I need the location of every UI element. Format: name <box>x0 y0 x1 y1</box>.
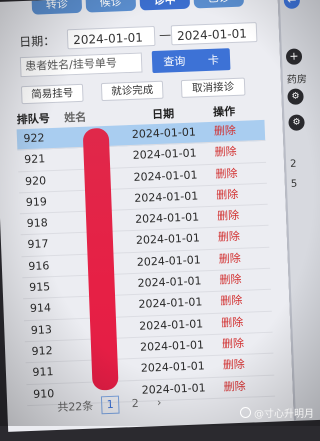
queue-no: 914 <box>29 301 52 316</box>
status-tabs: 转诊 候诊 诊中 已诊 <box>0 0 294 16</box>
delete-link[interactable]: 删除 <box>204 121 245 143</box>
gear-icon-2[interactable]: ⚙ <box>288 114 305 131</box>
visit-date: 2024-01-01 <box>134 210 200 227</box>
visit-date: 2024-01-01 <box>139 317 204 333</box>
queue-no: 920 <box>24 173 47 188</box>
visit-date: 2024-01-01 <box>138 295 203 312</box>
date-label: 日期： <box>18 33 56 50</box>
side-count-1: 2 <box>289 158 297 170</box>
visit-date: 2024-01-01 <box>135 231 201 248</box>
visit-date: 2024-01-01 <box>131 125 197 141</box>
delete-link[interactable]: 删除 <box>213 333 254 355</box>
page-2-button[interactable]: 2 <box>127 396 144 413</box>
query-label: 查询 <box>163 54 186 69</box>
delete-link[interactable]: 删除 <box>209 248 250 270</box>
visit-date: 2024-01-01 <box>139 338 205 354</box>
visit-date: 2024-01-01 <box>132 146 197 163</box>
plus-icon[interactable]: + <box>285 48 303 65</box>
queue-no: 916 <box>28 258 50 273</box>
next-page-button[interactable]: › <box>151 395 168 412</box>
finish-visit-button[interactable]: 就诊完成 <box>100 80 164 102</box>
page-1-button[interactable]: 1 <box>100 395 120 415</box>
pagination: 共22条 1 2 › <box>57 394 168 416</box>
delete-link[interactable]: 删除 <box>214 376 255 398</box>
queue-no: 911 <box>32 365 54 380</box>
delete-link[interactable]: 删除 <box>209 227 250 249</box>
queue-no: 918 <box>26 216 48 231</box>
delete-link[interactable]: 删除 <box>211 291 252 313</box>
tab-done[interactable]: 已诊 <box>193 0 245 9</box>
visit-date: 2024-01-01 <box>136 253 201 269</box>
date-separator: — <box>158 27 172 42</box>
visit-date: 2024-01-01 <box>137 274 202 290</box>
delete-link[interactable]: 删除 <box>207 184 248 206</box>
side-count-2: 5 <box>290 178 298 190</box>
delete-link[interactable]: 删除 <box>206 163 247 185</box>
clinic-queue-panel: 转诊 候诊 诊中 已诊 日期： 2024-01-01 — 2024-01-01 … <box>0 0 295 432</box>
query-card-button[interactable]: 查询 卡 <box>151 48 231 74</box>
queue-no: 917 <box>27 237 49 252</box>
date-to-input[interactable]: 2024-01-01 <box>170 22 258 46</box>
queue-table: 排队号 姓名 日期 操作 922 2024-01-01 删除 921 2024-01-… <box>16 102 276 407</box>
cancel-receive-button[interactable]: 取消接诊 <box>180 77 246 99</box>
visit-date: 2024-01-01 <box>133 168 198 184</box>
date-from-input[interactable]: 2024-01-01 <box>66 25 156 50</box>
queue-no: 915 <box>28 280 51 295</box>
watermark-text: @寸心升明月 <box>254 409 314 420</box>
back-arrow-icon[interactable]: ← <box>283 0 301 10</box>
visit-date: 2024-01-01 <box>140 359 206 376</box>
weibo-logo-icon <box>240 407 251 418</box>
header-action: 操作 <box>212 104 236 119</box>
queue-no: 922 <box>23 131 45 146</box>
tab-referral[interactable]: 转诊 <box>31 0 83 15</box>
delete-link[interactable]: 删除 <box>212 312 253 334</box>
delete-link[interactable]: 删除 <box>210 270 251 292</box>
card-label: 卡 <box>207 53 220 67</box>
delete-link[interactable]: 删除 <box>205 142 246 164</box>
delete-link[interactable]: 删除 <box>208 206 249 228</box>
queue-no: 910 <box>33 386 55 401</box>
visit-date: 2024-01-01 <box>134 189 199 205</box>
queue-no: 919 <box>25 195 48 209</box>
simple-register-button[interactable]: 简易挂号 <box>20 83 84 105</box>
queue-no: 912 <box>31 344 53 358</box>
patient-search-input[interactable]: 患者姓名/挂号单号 <box>19 52 143 78</box>
total-count: 共22条 <box>57 399 94 415</box>
tab-waiting[interactable]: 候诊 <box>85 0 137 13</box>
gear-icon[interactable]: ⚙ <box>287 88 304 105</box>
pharmacy-label: 药房 <box>286 74 308 86</box>
queue-no: 913 <box>30 322 53 337</box>
weibo-watermark: @寸心升明月 <box>240 405 314 420</box>
header-queue-no: 排队号 <box>16 112 50 127</box>
delete-link[interactable]: 删除 <box>213 355 254 377</box>
tab-in-consultation[interactable]: 诊中 <box>139 0 191 11</box>
photographed-screen: 转诊 候诊 诊中 已诊 日期： 2024-01-01 — 2024-01-01 … <box>0 0 320 441</box>
queue-no: 921 <box>24 152 46 167</box>
